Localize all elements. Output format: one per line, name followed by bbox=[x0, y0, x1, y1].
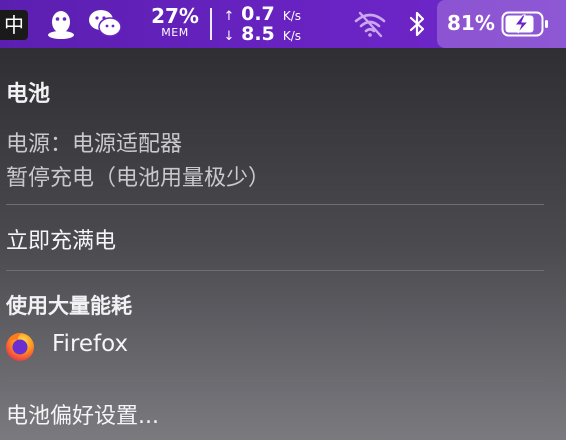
memory-monitor[interactable]: 27% MEM bbox=[148, 5, 202, 39]
app-name: Firefox bbox=[52, 331, 129, 357]
upload-unit: K/s bbox=[282, 9, 302, 23]
heavy-usage-header: 使用大量能耗 bbox=[6, 294, 132, 318]
battery-charging-icon bbox=[501, 11, 548, 37]
input-method-indicator[interactable]: 中 bbox=[0, 10, 28, 40]
memory-label: MEM bbox=[161, 26, 189, 39]
battery-preferences-menu-item[interactable]: 电池偏好设置... bbox=[6, 398, 159, 430]
menu-bar: 中 27% MEM ↑ 0.7 K/s ↓ 8.5 K/s 81% bbox=[0, 0, 566, 48]
download-arrow-icon: ↓ bbox=[223, 29, 235, 44]
download-unit: K/s bbox=[282, 29, 302, 43]
power-source-text: 电源：电源适配器 bbox=[6, 132, 183, 157]
firefox-icon bbox=[6, 333, 34, 361]
battery-menu-title: 电池 bbox=[6, 82, 51, 107]
network-monitor[interactable]: ↑ 0.7 K/s ↓ 8.5 K/s bbox=[222, 4, 312, 44]
wechat-icon[interactable] bbox=[88, 8, 122, 40]
battery-menu: 电池 电源：电源适配器 暂停充电（电池用量极少） 立即充满电 使用大量能耗 Fi… bbox=[0, 48, 566, 440]
memory-percent: 27% bbox=[151, 4, 199, 28]
app-item-firefox[interactable]: Firefox bbox=[4, 328, 304, 364]
menubar-separator bbox=[210, 8, 212, 40]
menu-divider bbox=[6, 204, 544, 205]
menu-divider bbox=[6, 270, 544, 271]
menu-divider bbox=[6, 380, 544, 381]
upload-speed: 0.7 bbox=[241, 3, 275, 25]
qq-icon[interactable] bbox=[44, 8, 78, 40]
wifi-off-icon[interactable] bbox=[352, 10, 388, 38]
charging-status-text: 暂停充电（电池用量极少） bbox=[6, 166, 271, 191]
battery-status[interactable]: 81% bbox=[437, 0, 566, 48]
battery-percent: 81% bbox=[447, 11, 495, 35]
download-speed: 8.5 bbox=[241, 23, 275, 45]
bluetooth-icon[interactable] bbox=[405, 9, 429, 39]
charge-now-menu-item[interactable]: 立即充满电 bbox=[6, 223, 116, 255]
